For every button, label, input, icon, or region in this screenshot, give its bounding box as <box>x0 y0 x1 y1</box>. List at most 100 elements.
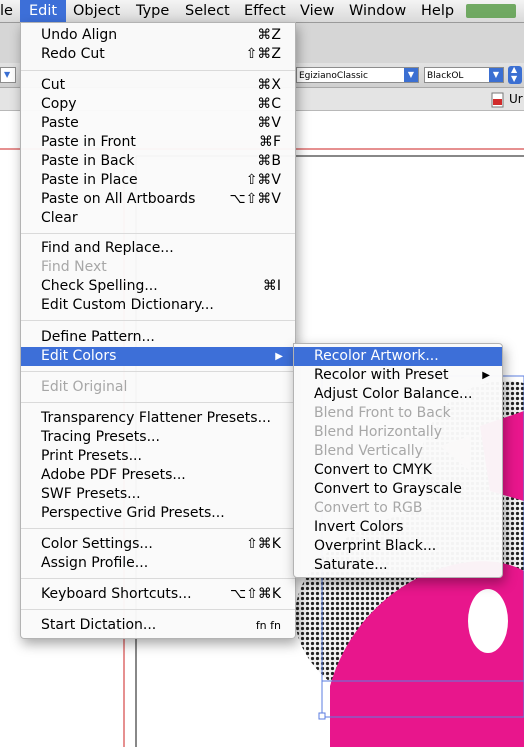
menu-item-label: Copy <box>41 96 77 112</box>
menu-separator <box>21 320 295 321</box>
menu-item-label: Blend Horizontally <box>314 424 442 440</box>
menu-item-label: Clear <box>41 210 78 226</box>
menubar-status-icon <box>466 4 516 18</box>
menu-separator <box>21 609 295 610</box>
menu-view[interactable]: View <box>300 0 334 22</box>
menu-item-print-presets[interactable]: Print Presets... <box>21 447 295 466</box>
menu-select[interactable]: Select <box>185 0 230 22</box>
menu-item-label: Find Next <box>41 259 107 275</box>
font-family-select[interactable]: EgizianoClassic ▼ <box>296 67 419 83</box>
menu-item-shortcut: ⌘V <box>257 115 281 131</box>
menu-item-copy[interactable]: Copy ⌘C <box>21 95 295 114</box>
menu-window-label: Window <box>349 3 407 19</box>
menu-bar: le Edit Object Type Select Effect View W… <box>0 0 524 23</box>
menu-item-recolor-with-preset[interactable]: Recolor with Preset ▶ <box>294 366 502 385</box>
menu-item-adjust-color-balance[interactable]: Adjust Color Balance... <box>294 385 502 404</box>
menu-item-tracing-presets[interactable]: Tracing Presets... <box>21 428 295 447</box>
menu-item-label: Edit Original <box>41 379 128 395</box>
menu-item-convert-to-grayscale[interactable]: Convert to Grayscale <box>294 480 502 499</box>
menu-object-label: Object <box>73 3 121 19</box>
menu-item-shortcut: ⌘Z <box>257 27 281 43</box>
menu-object[interactable]: Object <box>73 0 120 22</box>
menu-item-label: Color Settings... <box>41 536 153 552</box>
menu-type-label: Type <box>136 3 170 19</box>
menu-item-label: Print Presets... <box>41 448 142 464</box>
menu-window[interactable]: Window <box>349 0 406 22</box>
menu-item-label: Keyboard Shortcuts... <box>41 586 192 602</box>
menu-separator <box>21 371 295 372</box>
menu-separator <box>21 402 295 403</box>
menu-item-saturate[interactable]: Saturate... <box>294 556 502 575</box>
menu-edit[interactable]: Edit <box>20 0 66 22</box>
edit-colors-submenu: Recolor Artwork... Recolor with Preset ▶ … <box>293 343 503 578</box>
menu-item-label: Redo Cut <box>41 46 105 62</box>
menu-item-label: Assign Profile... <box>41 555 149 571</box>
menu-item-overprint-black[interactable]: Overprint Black... <box>294 537 502 556</box>
menu-item-invert-colors[interactable]: Invert Colors <box>294 518 502 537</box>
menu-item-edit-colors[interactable]: Edit Colors ▶ <box>21 347 295 366</box>
menu-help-label: Help <box>421 3 455 19</box>
menu-item-blend-vertically: Blend Vertically <box>294 442 502 461</box>
menu-item-adobe-pdf-presets[interactable]: Adobe PDF Presets... <box>21 466 295 485</box>
menu-item-find-and-replace[interactable]: Find and Replace... <box>21 239 295 258</box>
menu-item-assign-profile[interactable]: Assign Profile... <box>21 554 295 573</box>
menu-item-paste-on-all-artboards[interactable]: Paste on All Artboards ⌥⇧⌘V <box>21 190 295 209</box>
chevron-down-icon: ▼ <box>404 68 418 82</box>
menu-item-convert-to-rgb: Convert to RGB <box>294 499 502 518</box>
pdf-file-icon <box>491 92 504 108</box>
menu-item-start-dictation[interactable]: Start Dictation... fn fn <box>21 616 295 635</box>
menu-item-label: Convert to RGB <box>314 500 423 516</box>
menu-separator <box>21 578 295 579</box>
edit-menu: Undo Align ⌘Z Redo Cut ⇧⌘Z Cut ⌘X Copy ⌘C Pa… <box>20 22 296 639</box>
menu-item-perspective-grid-presets[interactable]: Perspective Grid Presets... <box>21 504 295 523</box>
menu-item-label: Transparency Flattener Presets... <box>41 410 271 426</box>
menu-item-shortcut: ⇧⌘K <box>246 536 281 552</box>
menu-item-shortcut: ⌘B <box>257 153 281 169</box>
menu-item-convert-to-cmyk[interactable]: Convert to CMYK <box>294 461 502 480</box>
menu-effect[interactable]: Effect <box>244 0 286 22</box>
menu-item-label: Tracing Presets... <box>41 429 160 445</box>
submenu-arrow-icon: ▶ <box>482 370 490 381</box>
menu-item-transparency-flattener-presets[interactable]: Transparency Flattener Presets... <box>21 409 295 428</box>
menu-item-label: Overprint Black... <box>314 538 437 554</box>
menu-item-label: Invert Colors <box>314 519 404 535</box>
chevron-down-icon: ▼ <box>489 68 503 82</box>
partial-dropdown[interactable]: ▼ <box>0 67 16 83</box>
menu-item-cut[interactable]: Cut ⌘X <box>21 76 295 95</box>
menu-item-shortcut: ⇧⌘V <box>245 172 281 188</box>
menu-item-label: Adobe PDF Presets... <box>41 467 186 483</box>
menu-file[interactable]: le <box>0 0 16 22</box>
menu-item-paste-in-back[interactable]: Paste in Back ⌘B <box>21 152 295 171</box>
menu-item-label: Perspective Grid Presets... <box>41 505 225 521</box>
menu-item-keyboard-shortcuts[interactable]: Keyboard Shortcuts... ⌥⇧⌘K <box>21 585 295 604</box>
menu-item-label: Saturate... <box>314 557 388 573</box>
menu-help[interactable]: Help <box>421 0 454 22</box>
menu-item-color-settings[interactable]: Color Settings... ⇧⌘K <box>21 535 295 554</box>
menu-item-check-spelling[interactable]: Check Spelling... ⌘I <box>21 277 295 296</box>
font-style-select[interactable]: BlackOL ▼ <box>424 67 504 83</box>
menu-item-swf-presets[interactable]: SWF Presets... <box>21 485 295 504</box>
menu-item-edit-custom-dictionary[interactable]: Edit Custom Dictionary... <box>21 296 295 315</box>
menu-item-label: Paste in Front <box>41 134 136 150</box>
menu-item-shortcut: ⌘I <box>262 278 281 294</box>
menu-item-paste[interactable]: Paste ⌘V <box>21 114 295 133</box>
menu-item-label: Undo Align <box>41 27 118 43</box>
menu-item-label: Edit Colors <box>41 348 117 364</box>
menu-item-define-pattern[interactable]: Define Pattern... <box>21 328 295 347</box>
font-family-value: EgizianoClassic <box>299 71 368 81</box>
menu-item-shortcut: ⌘X <box>257 77 281 93</box>
menu-item-label: Paste on All Artboards <box>41 191 196 207</box>
menu-item-recolor-artwork[interactable]: Recolor Artwork... <box>294 347 502 366</box>
menu-type[interactable]: Type <box>136 0 169 22</box>
menu-item-paste-in-place[interactable]: Paste in Place ⇧⌘V <box>21 171 295 190</box>
document-tab[interactable]: Ur <box>491 90 524 110</box>
font-size-stepper[interactable]: ▲ ▼ <box>508 65 522 84</box>
menu-item-label: Cut <box>41 77 66 93</box>
menu-item-redo-cut[interactable]: Redo Cut ⇧⌘Z <box>21 45 295 64</box>
menu-item-paste-in-front[interactable]: Paste in Front ⌘F <box>21 133 295 152</box>
menu-select-label: Select <box>185 3 230 19</box>
menu-item-clear[interactable]: Clear <box>21 209 295 228</box>
menu-item-undo-align[interactable]: Undo Align ⌘Z <box>21 26 295 45</box>
menu-item-label: Blend Front to Back <box>314 405 451 421</box>
menu-item-shortcut: ⇧⌘Z <box>245 46 281 62</box>
